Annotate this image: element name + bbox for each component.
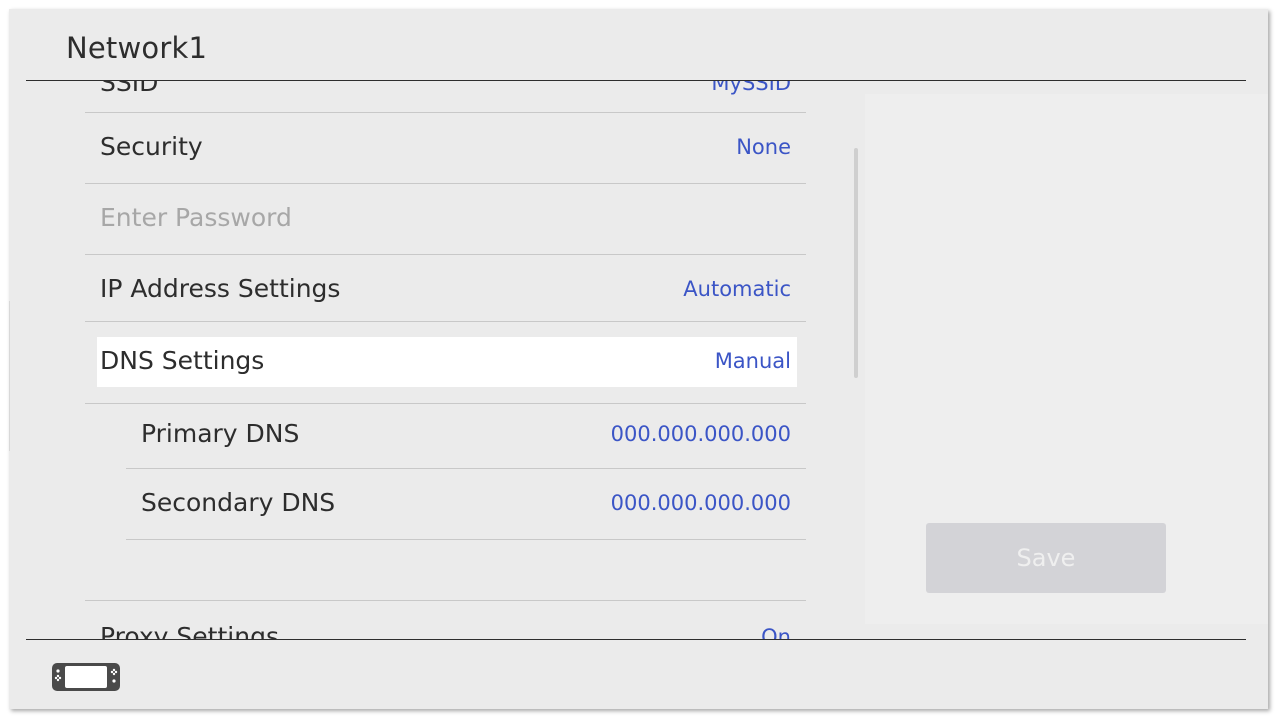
ssid-value: MySSID (711, 81, 791, 95)
ssid-label: SSID (100, 81, 159, 97)
setting-row-password: Enter Password (85, 184, 806, 255)
secondary-dns-label: Secondary DNS (141, 488, 336, 517)
primary-dns-label: Primary DNS (141, 419, 300, 448)
secondary-dns-value: 000.000.000.000 (610, 491, 791, 515)
handheld-console-icon (51, 662, 121, 696)
setting-row-primary-dns[interactable]: Primary DNS 000.000.000.000 (126, 404, 806, 469)
setting-row-security[interactable]: Security None (85, 113, 806, 184)
setting-row-dns[interactable]: DNS Settings Manual (85, 322, 806, 404)
security-value: None (736, 135, 791, 159)
ip-address-value: Automatic (683, 277, 791, 301)
primary-dns-value: 000.000.000.000 (610, 422, 791, 446)
proxy-label: Proxy Settings (100, 622, 279, 639)
dns-label: DNS Settings (100, 346, 265, 375)
spacer-row (85, 540, 806, 601)
page-title: Network1 (66, 31, 208, 65)
save-button[interactable]: Save (926, 523, 1166, 593)
ip-address-label: IP Address Settings (100, 274, 341, 303)
dns-value: Manual (714, 349, 791, 373)
password-label: Enter Password (100, 203, 292, 232)
network-settings-window: Network1 SSID MySSID Security None Enter… (9, 9, 1268, 709)
setting-row-ssid[interactable]: SSID MySSID (85, 81, 806, 113)
security-label: Security (100, 132, 203, 161)
footer-divider (26, 639, 1246, 640)
proxy-value: On (761, 625, 791, 639)
setting-row-ip-address[interactable]: IP Address Settings Automatic (85, 255, 806, 322)
setting-row-proxy[interactable]: Proxy Settings On (85, 601, 806, 639)
list-scrollbar[interactable] (854, 148, 858, 378)
setting-row-secondary-dns[interactable]: Secondary DNS 000.000.000.000 (126, 469, 806, 540)
